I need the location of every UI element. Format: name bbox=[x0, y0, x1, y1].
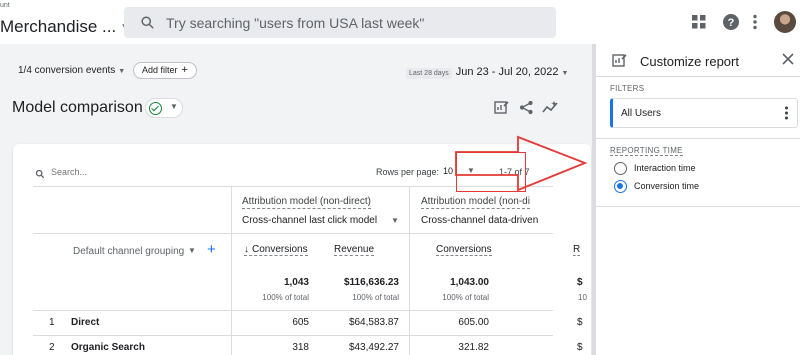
filters-section-label: FILTERS bbox=[610, 84, 645, 93]
caret-down-icon: ▼ bbox=[118, 68, 126, 75]
table-cell: 605 bbox=[292, 317, 309, 328]
table-cell: 605.00 bbox=[458, 317, 489, 328]
attribution-model-label: Attribution model (non-direct) bbox=[242, 196, 371, 209]
svg-text:?: ? bbox=[728, 17, 735, 29]
total-value: $ bbox=[577, 277, 583, 288]
status-chip[interactable]: ▼ bbox=[145, 98, 183, 118]
total-value: 1,043 bbox=[283, 277, 309, 288]
conversion-events-label: 1/4 conversion events bbox=[18, 65, 116, 76]
property-selector[interactable]: Merchandise ...▼ bbox=[0, 17, 130, 37]
table-row-channel[interactable]: Direct bbox=[71, 317, 99, 328]
attribution-model-label: Attribution model (non-di bbox=[421, 196, 530, 209]
more-vert-icon[interactable] bbox=[784, 106, 789, 120]
table-cell: $43,492.27 bbox=[348, 342, 399, 353]
apps-grid-icon[interactable] bbox=[692, 15, 706, 29]
dimension-selector[interactable]: Default channel grouping bbox=[73, 246, 184, 257]
plus-icon: + bbox=[181, 64, 188, 76]
panel-divider bbox=[596, 76, 800, 77]
customize-report-panel: Customize report FILTERS All Users REPOR… bbox=[592, 44, 800, 355]
add-dimension-icon[interactable]: + bbox=[207, 241, 216, 258]
attribution-model-select[interactable]: Cross-channel last click model bbox=[242, 215, 377, 226]
table-cell: $ bbox=[577, 342, 583, 353]
avatar[interactable] bbox=[774, 11, 796, 33]
total-percent: 100% of total bbox=[352, 293, 399, 302]
metric-header-conversions[interactable]: Conversions bbox=[436, 244, 492, 256]
panel-title: Customize report bbox=[640, 54, 739, 69]
check-circle-icon bbox=[149, 102, 162, 115]
total-percent: 10 bbox=[578, 293, 587, 302]
property-name: Merchandise ... bbox=[0, 17, 117, 36]
radio-button-selected[interactable] bbox=[614, 180, 627, 193]
metric-header-revenue[interactable]: Revenue bbox=[334, 244, 375, 256]
add-filter-button[interactable]: Add filter + bbox=[133, 62, 197, 79]
total-percent: 100% of total bbox=[442, 293, 489, 302]
table-divider bbox=[33, 335, 553, 336]
rows-per-page-label: Rows per page: bbox=[376, 167, 440, 177]
reporting-time-label: REPORTING TIME bbox=[610, 146, 683, 156]
search-icon bbox=[141, 16, 154, 29]
edit-report-icon[interactable] bbox=[494, 100, 509, 115]
total-value: $116,636.23 bbox=[343, 277, 399, 288]
caret-down-icon: ▼ bbox=[170, 102, 178, 111]
rows-per-page-select[interactable]: 10 bbox=[443, 166, 453, 176]
top-app-bar: unt Merchandise ...▼ Try searching "user… bbox=[0, 0, 800, 44]
total-value: 1,043.00 bbox=[450, 277, 489, 288]
column-divider bbox=[409, 186, 410, 355]
filter-card[interactable]: All Users bbox=[610, 98, 798, 128]
column-divider bbox=[231, 186, 232, 355]
table-divider bbox=[33, 233, 553, 234]
more-vert-icon[interactable] bbox=[752, 14, 758, 30]
date-range-label: Jun 23 - Jul 20, 2022 bbox=[455, 66, 559, 78]
metric-header-label: Conversions bbox=[252, 244, 308, 255]
panel-divider bbox=[596, 138, 800, 139]
radio-button[interactable] bbox=[614, 162, 627, 175]
close-icon[interactable] bbox=[782, 53, 794, 65]
search-icon bbox=[35, 169, 45, 179]
caret-down-icon: ▼ bbox=[561, 70, 569, 77]
search-placeholder: Try searching "users from USA last week" bbox=[166, 15, 425, 31]
metric-header-revenue[interactable]: R bbox=[573, 244, 581, 256]
share-icon[interactable] bbox=[519, 100, 534, 115]
account-name: unt bbox=[0, 2, 10, 9]
insights-icon[interactable] bbox=[542, 100, 559, 115]
table-cell: $ bbox=[577, 317, 583, 328]
arrow-down-icon: ↓ bbox=[244, 244, 249, 255]
caret-down-icon[interactable]: ▼ bbox=[188, 246, 196, 255]
date-range-picker[interactable]: Last 28 days Jun 23 - Jul 20, 2022 ▼ bbox=[406, 62, 568, 80]
report-main: 1/4 conversion events ▼ Add filter + Last … bbox=[0, 44, 591, 355]
row-index: 2 bbox=[49, 342, 55, 353]
table-row-channel[interactable]: Organic Search bbox=[71, 342, 145, 353]
annotation-highlight-box bbox=[456, 152, 526, 192]
attribution-model-select[interactable]: Cross-channel data-driven bbox=[421, 215, 538, 226]
edit-report-icon bbox=[612, 54, 627, 67]
metric-header-conversions[interactable]: ↓ Conversions bbox=[244, 244, 308, 256]
date-preset-badge: Last 28 days bbox=[406, 68, 452, 79]
add-filter-label: Add filter bbox=[142, 65, 178, 75]
page-title: Model comparison bbox=[12, 99, 143, 116]
total-percent: 100% of total bbox=[262, 293, 309, 302]
table-divider bbox=[33, 310, 553, 311]
panel-divider bbox=[596, 206, 800, 207]
radio-label: Interaction time bbox=[634, 163, 696, 173]
row-index: 1 bbox=[49, 317, 55, 328]
table-search-input[interactable] bbox=[51, 167, 201, 177]
table-cell: $64,583.87 bbox=[348, 317, 399, 328]
filter-value: All Users bbox=[621, 108, 662, 119]
caret-down-icon[interactable]: ▼ bbox=[391, 216, 399, 225]
table-cell: 318 bbox=[292, 342, 309, 353]
global-search-bar[interactable]: Try searching "users from USA last week" bbox=[124, 7, 556, 38]
radio-label: Conversion time bbox=[634, 181, 700, 191]
table-cell: 321.82 bbox=[458, 342, 489, 353]
help-icon[interactable]: ? bbox=[722, 13, 740, 31]
conversion-events-selector[interactable]: 1/4 conversion events ▼ bbox=[18, 65, 125, 76]
